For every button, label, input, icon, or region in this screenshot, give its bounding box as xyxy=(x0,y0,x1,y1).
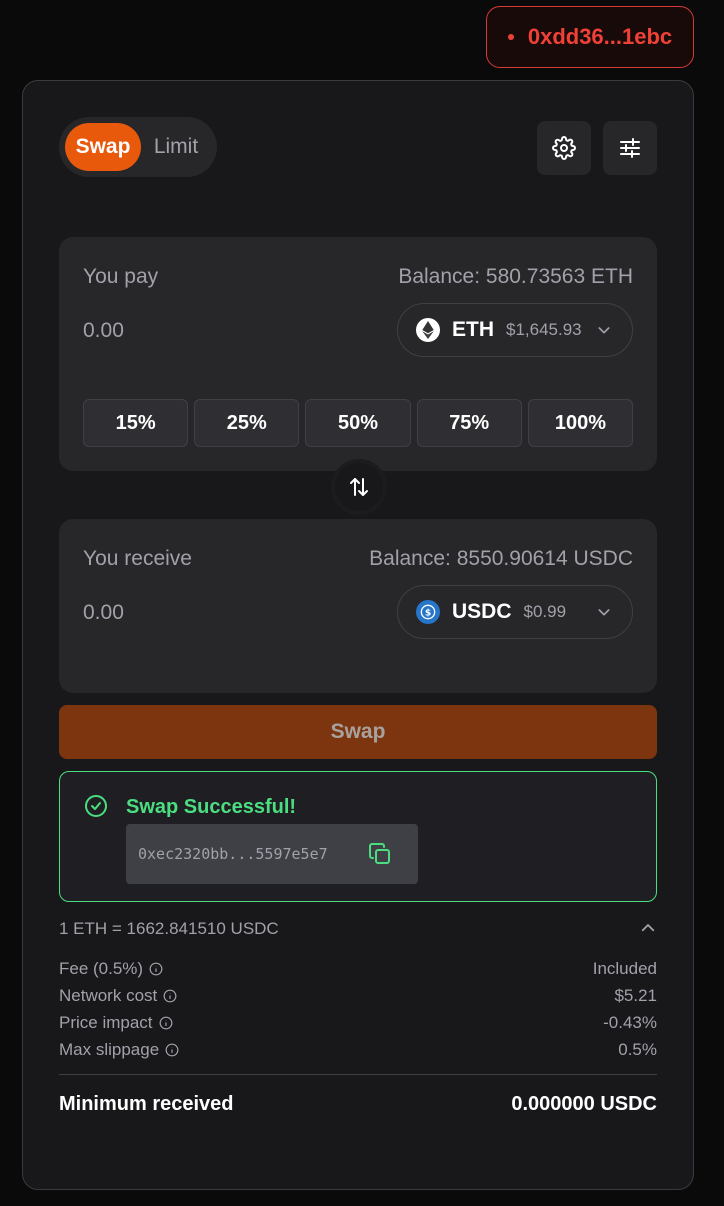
minimum-received-row: Minimum received 0.000000 USDC xyxy=(59,1093,657,1116)
success-message: Swap Successful! xyxy=(126,796,297,818)
pay-panel: You pay Balance: 580.73563 ETH 0.00 ETH … xyxy=(59,237,657,471)
receive-token-price: $0.99 xyxy=(523,602,567,621)
info-icon[interactable] xyxy=(163,989,177,1003)
receive-balance: Balance: 8550.90614 USDC xyxy=(369,547,633,570)
receive-label: You receive xyxy=(83,547,192,570)
sliders-icon xyxy=(620,138,640,158)
divider xyxy=(59,1074,657,1075)
percent-15-button[interactable]: 15% xyxy=(83,399,189,447)
price-impact-value: -0.43% xyxy=(603,1013,657,1032)
chevron-up-icon[interactable] xyxy=(639,919,657,937)
pay-token-select[interactable]: ETH $1,645.93 xyxy=(397,303,633,357)
status-dot xyxy=(507,34,514,40)
exchange-rate: 1 ETH = 1662.841510 USDC xyxy=(59,919,279,938)
receive-token-symbol: USDC xyxy=(452,600,512,623)
usdc-icon: $ xyxy=(416,600,440,624)
detail-row-network-cost: Network cost $5.21 xyxy=(59,986,657,1006)
wallet-address: 0xdd36...1ebc xyxy=(527,24,673,49)
pay-label: You pay xyxy=(83,265,159,288)
swap-arrows-icon xyxy=(350,478,368,496)
gear-icon xyxy=(552,136,576,160)
tx-hash: 0xec2320bb...5597e5e7 xyxy=(138,845,328,863)
minimum-received-value: 0.000000 USDC xyxy=(511,1093,657,1115)
pay-balance: Balance: 580.73563 ETH xyxy=(398,265,633,288)
svg-text:$: $ xyxy=(425,607,431,618)
network-cost-value: $5.21 xyxy=(614,986,657,1005)
mode-toggle: Swap Limit xyxy=(59,117,217,177)
receive-panel: You receive Balance: 8550.90614 USDC 0.0… xyxy=(59,519,657,693)
percent-25-button[interactable]: 25% xyxy=(194,399,300,447)
percent-100-button[interactable]: 100% xyxy=(527,399,634,447)
detail-row-price-impact: Price impact -0.43% xyxy=(59,1013,657,1033)
max-slippage-label: Max slippage xyxy=(59,1040,160,1059)
receive-amount-input[interactable]: 0.00 xyxy=(83,601,124,625)
tab-swap[interactable]: Swap xyxy=(65,123,141,171)
detail-row-fee: Fee (0.5%) Included xyxy=(59,959,657,979)
receive-token-select[interactable]: $ USDC $0.99 xyxy=(397,585,633,639)
chevron-down-icon xyxy=(598,327,610,334)
fee-value: Included xyxy=(592,959,657,978)
network-cost-label: Network cost xyxy=(59,986,158,1005)
info-icon[interactable] xyxy=(159,1016,173,1030)
settings-button[interactable] xyxy=(537,121,591,175)
info-icon[interactable] xyxy=(165,1043,179,1057)
pay-token-price: $1,645.93 xyxy=(506,320,582,339)
ethereum-icon xyxy=(416,318,440,342)
swap-direction-button[interactable] xyxy=(331,459,387,515)
max-slippage-value: 0.5% xyxy=(618,1040,657,1059)
pay-token-symbol: ETH xyxy=(452,318,494,341)
fee-label: Fee (0.5%) xyxy=(59,959,144,978)
minimum-received-label: Minimum received xyxy=(59,1093,234,1115)
detail-row-max-slippage: Max slippage 0.5% xyxy=(59,1040,657,1060)
tab-limit[interactable]: Limit xyxy=(141,123,211,171)
copy-icon[interactable] xyxy=(368,842,392,866)
tx-hash-box: 0xec2320bb...5597e5e7 xyxy=(126,824,418,884)
percent-75-button[interactable]: 75% xyxy=(416,399,522,447)
swap-button[interactable]: Swap xyxy=(59,705,657,759)
check-circle-icon xyxy=(85,795,107,817)
pay-amount-input[interactable]: 0.00 xyxy=(83,319,124,343)
percent-50-button[interactable]: 50% xyxy=(305,399,411,447)
wallet-address-button[interactable]: 0xdd36...1ebc xyxy=(486,6,694,68)
info-icon[interactable] xyxy=(149,962,163,976)
swap-card: Swap Limit You pay Balance: 580.73563 ET… xyxy=(22,80,694,1190)
swap-success-box: Swap Successful! 0xec2320bb...5597e5e7 xyxy=(59,771,657,902)
price-impact-label: Price impact xyxy=(59,1013,153,1032)
percent-buttons: 15% 25% 50% 75% 100% xyxy=(83,399,634,447)
filters-button[interactable] xyxy=(603,121,657,175)
chevron-down-icon xyxy=(598,609,610,616)
